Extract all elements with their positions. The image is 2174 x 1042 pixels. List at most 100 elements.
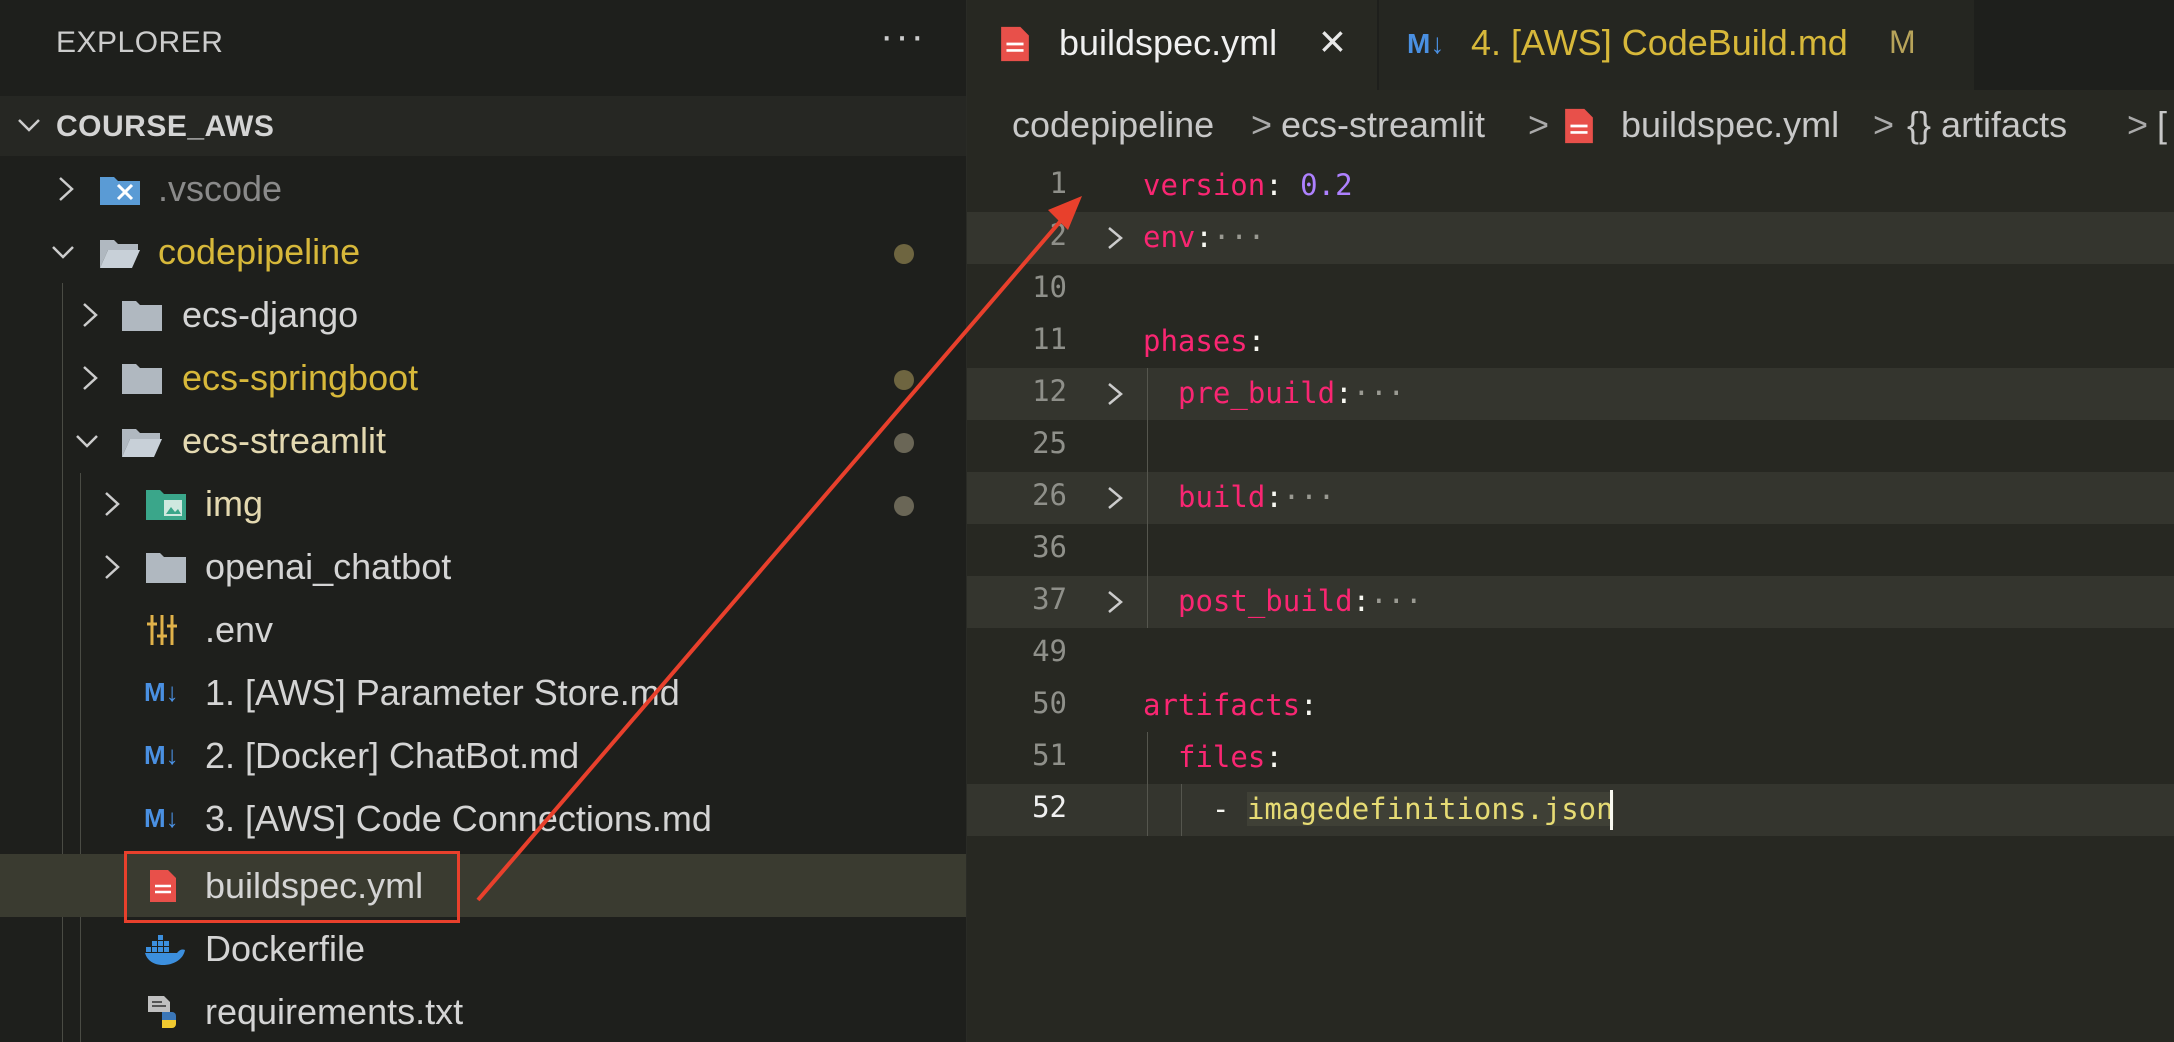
explorer-sidebar: EXPLORER ··· COURSE_AWS .vscode codepipe…	[0, 0, 967, 1042]
breadcrumb-item[interactable]: buildspec.yml	[1621, 104, 1839, 146]
markdown-icon: M↓	[144, 677, 179, 707]
indent-guide	[1147, 732, 1148, 836]
fold-chevron-icon[interactable]	[1103, 224, 1127, 252]
annotation-highlight-box	[124, 851, 460, 923]
tree-item-label: 1. [AWS] Parameter Store.md	[205, 672, 680, 713]
breadcrumb-separator: >	[1528, 104, 1550, 145]
chevron-right-icon	[105, 492, 120, 516]
tab-bar: buildspec.yml × M↓ 4. [AWS] CodeBuild.md…	[967, 0, 2174, 90]
tree-item-label: ecs-springboot	[182, 357, 419, 398]
tree-item-label: ecs-django	[182, 294, 359, 335]
code-line: 26 build:···	[967, 472, 2174, 524]
code-line: 11 phases:	[967, 316, 2174, 368]
settings-sliders-icon	[147, 615, 177, 645]
modified-indicator	[894, 496, 914, 516]
vscode-folder-icon	[100, 177, 140, 205]
line-number: 51	[1032, 738, 1067, 772]
breadcrumb: codepipeline > ecs-streamlit > buildspec…	[967, 96, 2174, 156]
yaml-file-icon	[1001, 26, 1029, 62]
line-number: 52	[1032, 790, 1067, 824]
breadcrumb-separator: >	[2127, 104, 2149, 145]
code-line: 50 artifacts:	[967, 680, 2174, 732]
close-icon[interactable]: ×	[1319, 14, 1346, 68]
chevron-down-icon	[76, 435, 98, 448]
more-actions-icon[interactable]: ···	[880, 14, 926, 59]
python-requirements-icon	[148, 996, 176, 1028]
breadcrumb-separator: >	[1251, 104, 1273, 145]
workspace-name: COURSE_AWS	[56, 110, 275, 143]
line-number: 26	[1032, 478, 1067, 512]
chevron-right-icon	[83, 366, 98, 390]
indent-guide	[1181, 784, 1182, 836]
tree-item-dockerfile[interactable]: Dockerfile	[0, 917, 966, 980]
modified-indicator	[894, 370, 914, 390]
modified-indicator	[894, 244, 914, 264]
tree-item-vscode[interactable]: .vscode	[0, 157, 966, 220]
tree-item-codepipeline[interactable]: codepipeline	[0, 220, 966, 283]
tree-item-ecs-streamlit[interactable]: ecs-streamlit	[0, 409, 966, 472]
tree-item-env[interactable]: .env	[0, 598, 966, 661]
code-text: env:···	[1143, 220, 1266, 254]
line-number: 12	[1032, 374, 1067, 408]
code-line: 37 post_build:···	[967, 576, 2174, 628]
line-number: 1	[1049, 166, 1067, 200]
fold-chevron-icon[interactable]	[1103, 588, 1127, 616]
line-number: 49	[1032, 634, 1067, 668]
tree-item-md-code-connections[interactable]: M↓ 3. [AWS] Code Connections.md	[0, 787, 966, 850]
chevron-down-icon	[18, 119, 40, 132]
line-number: 2	[1049, 218, 1067, 252]
tree-item-requirements[interactable]: requirements.txt	[0, 980, 966, 1042]
breadcrumb-item[interactable]: {} artifacts	[1907, 104, 2067, 146]
explorer-header: EXPLORER ···	[0, 0, 966, 90]
chevron-right-icon	[83, 303, 98, 327]
tree-item-label: .env	[205, 609, 274, 650]
tab-label: buildspec.yml	[1059, 22, 1278, 63]
tree-item-label: requirements.txt	[205, 991, 464, 1032]
fold-chevron-icon[interactable]	[1103, 484, 1127, 512]
tab-label: 4. [AWS] CodeBuild.md	[1471, 22, 1848, 63]
breadcrumb-item[interactable]: codepipeline	[1012, 104, 1214, 146]
tree-item-md-docker-chatbot[interactable]: M↓ 2. [Docker] ChatBot.md	[0, 724, 966, 787]
fold-chevron-icon[interactable]	[1103, 380, 1127, 408]
modified-badge: M	[1889, 24, 1916, 60]
breadcrumb-separator: >	[1873, 104, 1895, 145]
folder-icon	[122, 301, 162, 331]
line-number: 11	[1032, 322, 1067, 356]
text-cursor	[1610, 790, 1613, 830]
code-line-current: 52 - imagedefinitions.json	[967, 784, 2174, 836]
folder-icon	[122, 364, 162, 394]
tree-item-ecs-springboot[interactable]: ecs-springboot	[0, 346, 966, 409]
code-text: build:···	[1178, 480, 1336, 514]
markdown-icon: M↓	[144, 740, 179, 770]
yaml-file-icon	[1565, 108, 1593, 144]
code-text: artifacts:	[1143, 688, 1318, 722]
tree-item-label: 3. [AWS] Code Connections.md	[205, 798, 712, 839]
markdown-icon: M↓	[144, 803, 179, 833]
image-folder-icon	[146, 490, 186, 520]
tree-item-img[interactable]: img	[0, 472, 966, 535]
code-text: version: 0.2	[1143, 168, 1353, 202]
docker-icon	[145, 935, 185, 965]
tree-item-label: openai_chatbot	[205, 546, 452, 587]
tree-item-label: ecs-streamlit	[182, 420, 387, 461]
breadcrumb-item[interactable]: [	[2157, 104, 2167, 146]
workspace-section-header[interactable]: COURSE_AWS	[0, 96, 966, 156]
code-text: files:	[1178, 740, 1283, 774]
tree-item-md-parameter-store[interactable]: M↓ 1. [AWS] Parameter Store.md	[0, 661, 966, 724]
chevron-right-icon	[59, 177, 74, 201]
code-line: 25	[967, 420, 2174, 472]
tree-item-label: img	[205, 483, 264, 524]
line-number: 36	[1032, 530, 1067, 564]
tab-buildspec[interactable]: buildspec.yml ×	[967, 0, 1377, 90]
editor-pane: buildspec.yml × M↓ 4. [AWS] CodeBuild.md…	[967, 0, 2174, 1042]
folder-icon	[146, 553, 186, 583]
chevron-down-icon	[52, 246, 74, 259]
folder-open-icon	[122, 429, 162, 457]
code-line: 12 pre_build:···	[967, 368, 2174, 420]
tree-item-label: Dockerfile	[205, 928, 366, 969]
tree-item-openai-chatbot[interactable]: openai_chatbot	[0, 535, 966, 598]
tree-item-ecs-django[interactable]: ecs-django	[0, 283, 966, 346]
code-line: 10	[967, 264, 2174, 316]
tab-codebuild-md[interactable]: M↓ 4. [AWS] CodeBuild.md M	[1379, 0, 1974, 90]
breadcrumb-item[interactable]: ecs-streamlit	[1281, 104, 1485, 146]
